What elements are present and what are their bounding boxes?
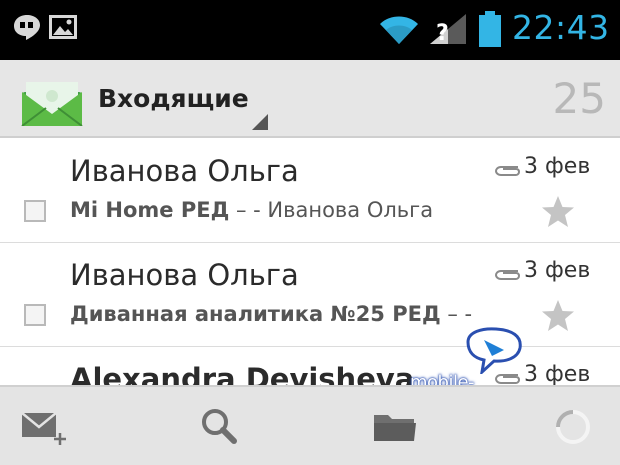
compose-icon [21,412,66,445]
message-sender: Иванова Ольга [70,258,299,292]
message-list: Иванова Ольга Mi Home РЕД – - Иванова Ол… [0,140,620,385]
message-row[interactable]: Alexandra Devisheva 3 фев [0,348,620,385]
paperclip-icon [494,270,520,280]
action-bar: Входящие 25 [0,60,620,138]
paperclip-icon [494,374,520,384]
unread-count: 25 [552,74,606,123]
message-snippet: – - [440,302,473,326]
svg-text:?: ? [436,21,449,46]
message-row[interactable]: Иванова Ольга Диванная аналитика №25 РЕД… [0,244,620,347]
gallery-icon [49,15,77,39]
star-icon[interactable] [540,298,576,334]
message-subject-line: Диванная аналитика №25 РЕД – - [70,302,472,326]
message-subject: Mi Home РЕД [70,198,230,222]
signal-icon: ? [430,14,466,46]
status-clock: 22:43 [512,8,610,47]
message-sender: Alexandra Devisheva [70,362,415,385]
message-subject: Диванная аналитика №25 РЕД [70,302,441,326]
battery-icon [479,11,501,47]
folder-icon [374,415,416,441]
message-date: 3 фев [524,362,591,385]
compose-button[interactable] [20,405,70,449]
folder-selector[interactable]: Входящие [98,84,249,113]
message-row[interactable]: Иванова Ольга Mi Home РЕД – - Иванова Ол… [0,140,620,243]
star-icon[interactable] [540,194,576,230]
select-checkbox[interactable] [24,200,46,222]
message-snippet: – - Иванова Ольга [229,198,434,222]
search-icon [202,409,237,444]
wifi-icon [380,16,418,44]
folders-button[interactable] [370,405,420,449]
hangouts-icon [14,15,40,40]
message-date: 3 фев [524,258,591,283]
refresh-icon [556,410,590,444]
search-button[interactable] [196,405,246,449]
message-sender: Иванова Ольга [70,154,299,188]
dropdown-corner-icon [252,114,268,130]
message-subject-line: Mi Home РЕД – - Иванова Ольга [70,198,433,222]
select-checkbox[interactable] [24,304,46,326]
paperclip-icon [494,166,520,176]
refresh-button[interactable] [548,405,598,449]
bottom-action-bar [0,385,620,465]
status-bar: ? 22:43 [0,0,620,60]
gmail-envelope-icon[interactable] [20,78,84,126]
message-date: 3 фев [524,154,591,179]
